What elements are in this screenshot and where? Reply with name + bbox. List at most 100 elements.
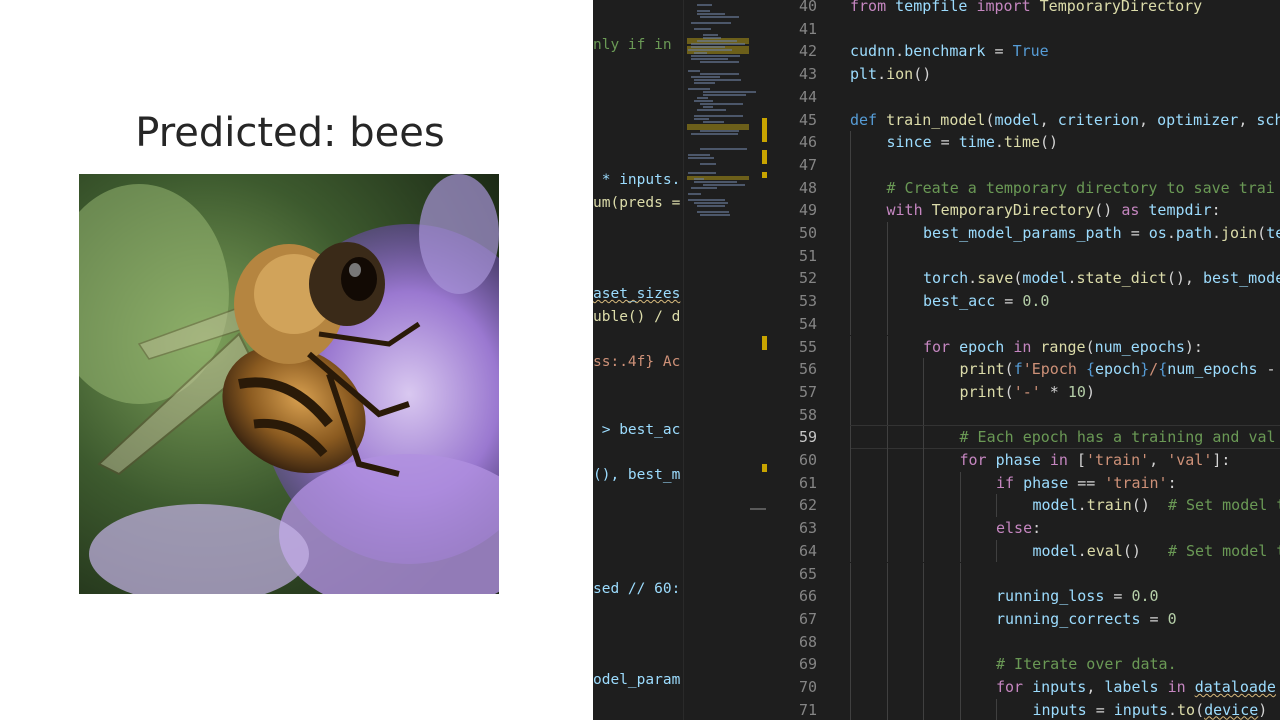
code-line[interactable]: 70 for inputs, labels in dataloade: [770, 676, 1280, 699]
code-token: criterion: [1057, 110, 1139, 129]
code-token: labels: [1104, 678, 1159, 696]
indent-guide: [886, 630, 888, 654]
code-line[interactable]: 47: [770, 153, 1280, 177]
code-fragment: * inputs.: [593, 172, 681, 188]
minimap-line: [694, 52, 707, 54]
code-line[interactable]: 59 # Each epoch has a training and val: [770, 425, 1280, 450]
code-token: (: [1013, 269, 1023, 288]
line-number: 41: [798, 19, 817, 38]
line-number: 50: [798, 224, 817, 242]
matplotlib-figure: Predicted: bees: [0, 0, 593, 720]
code-token: time: [1003, 133, 1041, 152]
code-text: running_loss = 0.0: [996, 585, 1159, 608]
minimap-line: [700, 163, 716, 165]
code-line[interactable]: 41: [770, 18, 1280, 41]
code-token: in: [1167, 678, 1186, 696]
minimap-line: [694, 79, 741, 81]
line-number: 51: [798, 246, 817, 265]
code-line[interactable]: 51: [770, 244, 1280, 268]
code-line[interactable]: 67 running_corrects = 0: [770, 607, 1280, 631]
modified-mark: [762, 464, 767, 472]
code-line[interactable]: 62 model.train() # Set model t: [770, 494, 1280, 518]
code-token: (: [1195, 700, 1205, 719]
code-line[interactable]: 58: [770, 403, 1280, 427]
code-token: path: [1175, 224, 1212, 242]
indent-guide: [850, 517, 851, 540]
minimap[interactable]: [683, 0, 766, 720]
code-token: .: [1077, 496, 1087, 515]
code-line[interactable]: 49 with TemporaryDirectory() as tempdir:: [770, 199, 1280, 222]
minimap-line: [703, 184, 745, 186]
indent-guide: [959, 585, 961, 608]
code-line[interactable]: 61 if phase == 'train':: [770, 471, 1280, 495]
code-token: ]:: [1212, 451, 1231, 469]
code-line[interactable]: 64 model.eval() # Set model t: [770, 539, 1280, 563]
line-number: 61: [798, 473, 817, 492]
code-editor[interactable]: 40 from tempfile import TemporaryDirector…: [770, 0, 1280, 720]
code-token: tempfile: [895, 0, 968, 15]
minimap-line: [703, 106, 713, 108]
code-text: for inputs, labels in dataloade: [996, 676, 1276, 699]
indent-guide: [886, 267, 888, 291]
code-token: # Create a temporary directory to save t…: [886, 178, 1275, 197]
modified-mark: [762, 172, 767, 178]
code-line[interactable]: 52 torch.save(model.state_dict(), best_mo…: [770, 267, 1280, 291]
code-token: (: [1085, 337, 1095, 356]
code-line[interactable]: 56 print(f'Epoch {epoch}/{num_epochs -: [770, 358, 1280, 381]
minimap-line: [691, 46, 725, 48]
indent-guide: [886, 358, 888, 381]
code-token: with: [886, 201, 923, 220]
code-line[interactable]: 55 for epoch in range(num_epochs):: [770, 335, 1280, 359]
code-token: time: [958, 133, 995, 152]
code-line[interactable]: 44: [770, 86, 1280, 109]
indent-guide: [886, 494, 888, 518]
minimap-line: [703, 94, 746, 96]
code-token: TemporaryDirectory: [931, 201, 1095, 220]
code-line[interactable]: 40 from tempfile import TemporaryDirector…: [770, 0, 1280, 18]
code-line[interactable]: 45 def train_model(model, criterion, opti…: [770, 109, 1280, 132]
code-line[interactable]: 66 running_loss = 0.0: [770, 585, 1280, 608]
code-text: cudnn.benchmark = True: [850, 40, 1049, 63]
minimap-line: [697, 97, 708, 99]
code-token: phase: [995, 451, 1041, 469]
code-token: ):: [1184, 337, 1203, 356]
minimap-line: [697, 4, 712, 6]
code-fragment: > best_ac: [593, 422, 681, 438]
code-line[interactable]: 42 cudnn.benchmark = True: [770, 40, 1280, 63]
code-line[interactable]: 63 else:: [770, 517, 1280, 540]
code-line[interactable]: 48 # Create a temporary directory to save…: [770, 176, 1280, 200]
code-line[interactable]: 53 best_acc = 0.0: [770, 290, 1280, 313]
code-token: tempdir: [1148, 201, 1212, 220]
split-editor-pane[interactable]: nly if in * inputs. um(preds = aset_sizes u…: [593, 0, 683, 720]
code-line[interactable]: 71 inputs = inputs.to(device): [770, 698, 1280, 720]
indent-guide: [923, 676, 924, 699]
line-number: 55: [798, 337, 817, 356]
indent-guide: [850, 585, 851, 608]
code-token: =: [931, 133, 959, 152]
code-token: 'val': [1167, 451, 1213, 469]
indent-guide: [959, 562, 961, 586]
code-text: # Each epoch has a training and val: [960, 426, 1276, 449]
code-line[interactable]: 54: [770, 312, 1280, 336]
code-line[interactable]: 65: [770, 562, 1280, 586]
code-line[interactable]: 60 for phase in ['train', 'val']:: [770, 449, 1280, 472]
code-line[interactable]: 43 plt.ion(): [770, 63, 1280, 86]
minimap-line: [688, 172, 716, 174]
code-token: .: [895, 42, 905, 61]
indent-guide: [959, 494, 961, 518]
code-line[interactable]: 46 since = time.time(): [770, 131, 1280, 154]
code-token: te: [1266, 224, 1280, 242]
minimap-line: [697, 211, 729, 213]
line-number: 54: [798, 314, 817, 333]
indent-guide: [923, 380, 924, 404]
line-number: 42: [798, 42, 817, 61]
code-line[interactable]: 57 print('-' * 10): [770, 380, 1280, 404]
line-number: 53: [798, 292, 817, 311]
code-line[interactable]: 68: [770, 630, 1280, 654]
line-number: 56: [798, 360, 817, 379]
minimap-line: [694, 118, 709, 120]
code-line[interactable]: 50 best_model_params_path = os.path.join(…: [770, 222, 1280, 245]
code-line[interactable]: 69 # Iterate over data.: [770, 653, 1280, 676]
